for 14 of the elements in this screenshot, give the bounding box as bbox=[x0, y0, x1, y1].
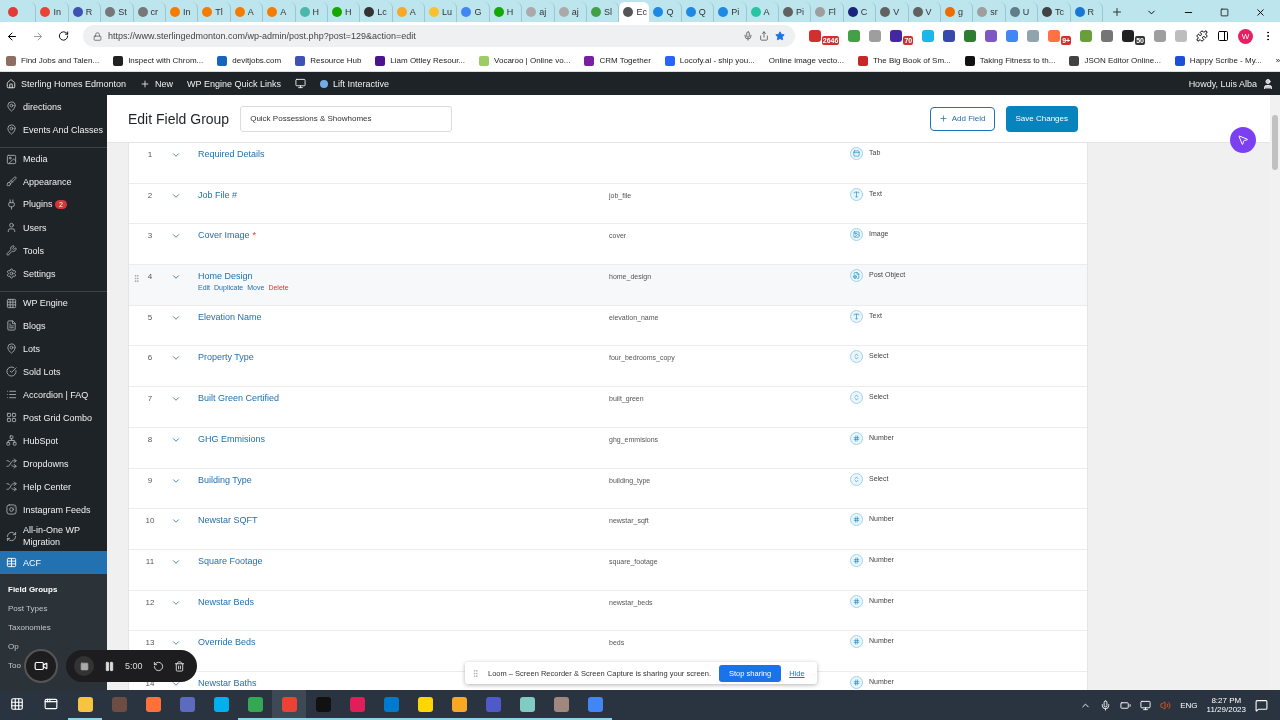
field-number: 8 bbox=[147, 433, 153, 444]
field-number: 5 bbox=[147, 311, 153, 322]
field-number: 13 bbox=[145, 637, 155, 648]
field-number: 9 bbox=[147, 474, 153, 485]
field-number: 7 bbox=[147, 393, 153, 404]
field-number: 1 bbox=[147, 149, 153, 159]
field-number: 10 bbox=[145, 515, 155, 526]
field-number: 11 bbox=[145, 555, 155, 566]
field-number: 6 bbox=[147, 352, 153, 363]
field-number: 12 bbox=[145, 596, 155, 607]
page-title: Edit Field Group bbox=[128, 110, 230, 127]
field-number: 2 bbox=[147, 189, 153, 200]
field-number: 3 bbox=[147, 230, 153, 241]
field-number: 4 bbox=[147, 271, 153, 282]
